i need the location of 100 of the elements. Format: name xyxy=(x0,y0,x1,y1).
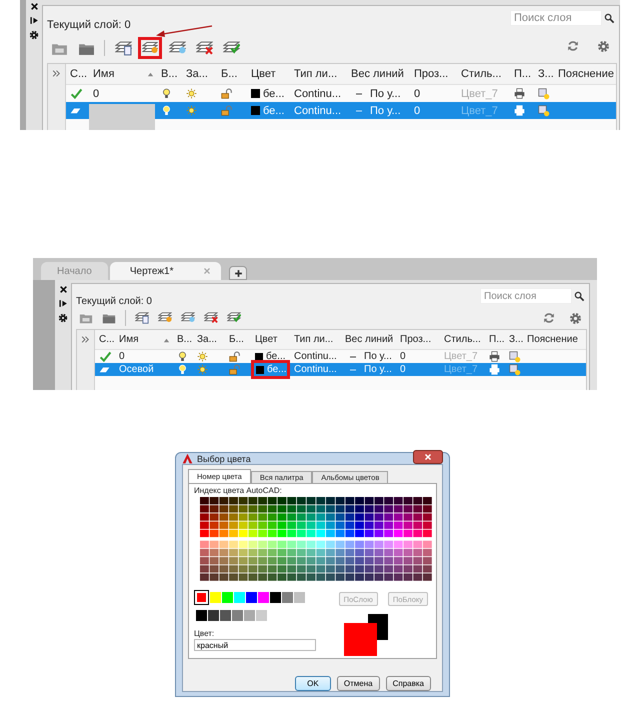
document-tab[interactable]: Чертеж1* xyxy=(110,262,222,280)
column-header[interactable]: Имя xyxy=(115,330,173,349)
search-icon xyxy=(604,12,615,24)
color-swatch[interactable] xyxy=(270,592,281,603)
column-header[interactable]: В... xyxy=(173,330,193,349)
table-row[interactable]: 0 бе... Continu... По у... 0 Цвет_7 xyxy=(95,350,586,363)
color-name-field[interactable]: красный xyxy=(194,639,316,651)
toolbar-button[interactable] xyxy=(132,310,152,326)
column-header[interactable]: Пояснение xyxy=(554,64,618,84)
column-header[interactable]: Цвет xyxy=(247,64,290,84)
column-header[interactable]: З... xyxy=(534,64,554,84)
table-cell: Цвет_7 xyxy=(461,88,498,100)
settings-icon xyxy=(58,313,68,323)
color-swatch[interactable] xyxy=(294,592,305,603)
field-label: Цвет: xyxy=(194,629,216,638)
table-cell: По у... xyxy=(364,351,392,362)
column-header[interactable]: Проз... xyxy=(410,64,457,84)
column-header[interactable]: В... xyxy=(157,64,182,84)
color-swatch[interactable] xyxy=(258,592,269,603)
table-cell: бе... xyxy=(263,104,284,116)
search-field[interactable]: Поиск слоя xyxy=(510,10,602,26)
table-cell: Цвет_7 xyxy=(461,104,498,116)
table-cell: По у... xyxy=(370,104,401,116)
settings-icon xyxy=(596,40,610,52)
table-cell: Continu... xyxy=(294,88,342,100)
settings-icon xyxy=(568,312,582,324)
close-icon xyxy=(424,452,432,460)
viewport-freeze-icon xyxy=(538,88,550,100)
table-cell: По у... xyxy=(364,364,392,375)
table-cell: 0 xyxy=(414,104,420,116)
delete-layer-icon xyxy=(196,40,212,56)
set-current-icon xyxy=(227,311,241,325)
viewport-freeze-icon xyxy=(509,350,521,362)
column-header[interactable]: За... xyxy=(193,330,225,349)
collapse-icon xyxy=(30,16,38,25)
close-icon xyxy=(58,285,68,294)
refresh-icon xyxy=(567,40,579,52)
column-header[interactable]: П... xyxy=(510,64,534,84)
sort-icon xyxy=(163,336,170,344)
column-header[interactable]: Проз... xyxy=(396,330,440,349)
column-header[interactable]: П... xyxy=(485,330,505,349)
layer-states-icon xyxy=(135,311,149,325)
current-layer-label: Текущий слой: 0 xyxy=(76,296,153,307)
color-swatch[interactable] xyxy=(246,592,257,603)
toolbar-button[interactable] xyxy=(138,37,162,59)
dialog-button[interactable]: Отмена xyxy=(336,676,380,691)
column-header[interactable]: Пояснение xyxy=(523,330,586,349)
new-tab-button[interactable] xyxy=(229,266,248,280)
table-cell: Цвет_7 xyxy=(444,351,478,362)
column-header[interactable]: Тип ли... xyxy=(290,64,347,84)
color-swatch[interactable] xyxy=(244,610,255,621)
table-cell: 0 xyxy=(400,364,406,375)
color-swatch[interactable] xyxy=(196,610,207,621)
collapse-icon xyxy=(58,299,68,308)
new-layer-icon xyxy=(181,311,195,325)
refresh-icon xyxy=(543,312,555,324)
toolbar-button[interactable] xyxy=(201,310,221,326)
column-header[interactable]: Б... xyxy=(217,64,247,84)
table-cell: бе... xyxy=(267,364,287,375)
column-header[interactable]: С... xyxy=(66,64,89,84)
column-header[interactable]: Вес линий xyxy=(347,64,410,84)
color-swatch[interactable] xyxy=(256,610,267,621)
color-swatch[interactable] xyxy=(222,592,233,603)
dialog-button[interactable]: OK xyxy=(294,676,331,691)
color-swatch[interactable] xyxy=(196,592,207,603)
column-header[interactable]: Вес линий xyxy=(341,330,396,349)
new-layer-icon xyxy=(168,40,186,56)
close-icon xyxy=(203,267,212,275)
column-header[interactable]: Цвет xyxy=(251,330,290,349)
expand-icon xyxy=(81,335,90,344)
delete-layer-icon xyxy=(204,311,218,325)
table-cell: бе... xyxy=(263,88,284,100)
close-icon xyxy=(30,2,38,11)
column-header[interactable]: С... xyxy=(95,330,115,349)
column-header[interactable]: Имя xyxy=(89,64,157,84)
column-header[interactable]: З... xyxy=(505,330,523,349)
sort-icon xyxy=(147,71,154,78)
current-layer-label: Текущий слой: 0 xyxy=(47,19,132,31)
color-swatch[interactable] xyxy=(220,610,231,621)
plus-icon xyxy=(234,268,243,278)
table-row[interactable]: 0 бе... Continu... По у... 0 Цвет_7 xyxy=(66,85,616,102)
column-header[interactable]: Стиль... xyxy=(457,64,510,84)
column-header[interactable]: Стиль... xyxy=(440,330,485,349)
color-swatch[interactable] xyxy=(234,592,245,603)
column-header[interactable]: Тип ли... xyxy=(290,330,341,349)
color-swatch[interactable] xyxy=(210,592,221,603)
column-header[interactable]: За... xyxy=(182,64,217,84)
color-swatch[interactable] xyxy=(232,610,243,621)
settings-icon xyxy=(29,30,39,40)
table-cell: 0 xyxy=(400,351,406,362)
search-field[interactable]: Поиск слоя xyxy=(480,288,572,304)
color-swatch[interactable] xyxy=(208,610,219,621)
table-cell: Цвет_7 xyxy=(444,364,478,375)
new-layer-icon xyxy=(158,311,172,325)
table-row[interactable]: Осевой бе... Continu... По у... 0 Цвет_7 xyxy=(95,363,586,376)
dialog-button[interactable]: Справка xyxy=(386,676,431,691)
color-swatch[interactable] xyxy=(282,592,293,603)
window-title: Выбор цвета xyxy=(197,454,251,464)
close-button[interactable] xyxy=(413,450,443,464)
column-header[interactable]: Б... xyxy=(225,330,251,349)
